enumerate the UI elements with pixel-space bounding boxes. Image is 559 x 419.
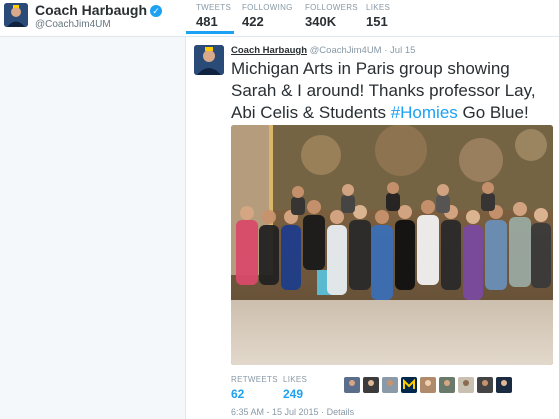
liker-avatar[interactable] [363, 377, 379, 393]
liker-avatar-image [439, 377, 455, 393]
profile-header: Coach Harbaugh ✓ @CoachJim4UM TWEETS 481 … [0, 0, 559, 37]
liker-avatar-image [496, 377, 512, 393]
tweet-author-name[interactable]: Coach Harbaugh [231, 45, 307, 56]
liker-avatar-image [344, 377, 360, 393]
liker-avatar[interactable] [401, 377, 417, 393]
tweet-card: Coach Harbaugh @CoachJim4UM · Jul 15 Mic… [185, 37, 559, 419]
liker-avatar[interactable] [420, 377, 436, 393]
tweet-text: Michigan Arts in Paris group showing Sar… [231, 58, 556, 124]
retweets-stat[interactable]: RETWEETS 62 [231, 375, 278, 401]
retweets-count: 62 [231, 387, 245, 401]
group-photo-image [231, 125, 553, 365]
likes-count: 249 [283, 387, 304, 401]
tweet-timestamp: 6:35 AM - 15 Jul 2015 [231, 407, 319, 417]
tweet-author-avatar[interactable] [194, 45, 224, 75]
verified-badge-icon: ✓ [150, 5, 163, 17]
liker-avatar-image [363, 377, 379, 393]
liker-avatar[interactable] [477, 377, 493, 393]
profile-handle: @CoachJim4UM [35, 19, 111, 30]
tweet-photo[interactable] [231, 125, 553, 365]
liker-avatar-image [477, 377, 493, 393]
profile-avatar-image [4, 3, 28, 27]
stat-likes-value: 151 [366, 14, 388, 29]
tweet-text-tail: Go Blue! [457, 103, 529, 122]
left-column [0, 37, 185, 419]
profile-name[interactable]: Coach Harbaugh [35, 2, 147, 18]
stat-likes-label: LIKES [366, 3, 391, 12]
active-tab-indicator [186, 31, 234, 34]
stat-followers[interactable]: FOLLOWERS 340K [305, 3, 358, 29]
tweet-header-separator: · [384, 45, 388, 56]
stat-likes[interactable]: LIKES 151 [366, 3, 390, 29]
details-separator: · [321, 407, 325, 417]
liker-avatar[interactable] [439, 377, 455, 393]
details-link[interactable]: Details [327, 407, 355, 417]
profile-avatar[interactable] [4, 3, 28, 27]
stat-tweets-label: TWEETS [196, 3, 232, 12]
stat-followers-value: 340K [305, 14, 337, 29]
tweet-time[interactable]: Jul 15 [390, 45, 415, 56]
liker-avatar[interactable] [496, 377, 512, 393]
tweet-author-handle[interactable]: @CoachJim4UM [310, 45, 382, 56]
stat-followers-label: FOLLOWERS [305, 3, 358, 12]
tweet-header: Coach Harbaugh @CoachJim4UM · Jul 15 [231, 45, 415, 56]
tweet-author-avatar-image [194, 45, 224, 75]
stat-following[interactable]: FOLLOWING 422 [242, 3, 293, 29]
liker-avatar[interactable] [458, 377, 474, 393]
likes-stat[interactable]: LIKES 249 [283, 375, 307, 401]
profile-name-row[interactable]: Coach Harbaugh ✓ [35, 2, 163, 18]
liker-avatar-image [382, 377, 398, 393]
stat-following-value: 422 [242, 14, 264, 29]
liker-avatar-image [420, 377, 436, 393]
stat-tweets-value: 481 [196, 14, 218, 29]
liker-avatar[interactable] [344, 377, 360, 393]
likes-label: LIKES [283, 375, 308, 384]
hashtag-link[interactable]: #Homies [391, 103, 458, 122]
tweet-footer: 6:35 AM - 15 Jul 2015 · Details [231, 407, 354, 417]
stat-following-label: FOLLOWING [242, 3, 293, 12]
liker-avatar-image [458, 377, 474, 393]
liker-avatar[interactable] [382, 377, 398, 393]
stat-tweets[interactable]: TWEETS 481 [196, 3, 231, 29]
retweets-label: RETWEETS [231, 375, 278, 384]
liker-avatar-image [401, 377, 417, 393]
